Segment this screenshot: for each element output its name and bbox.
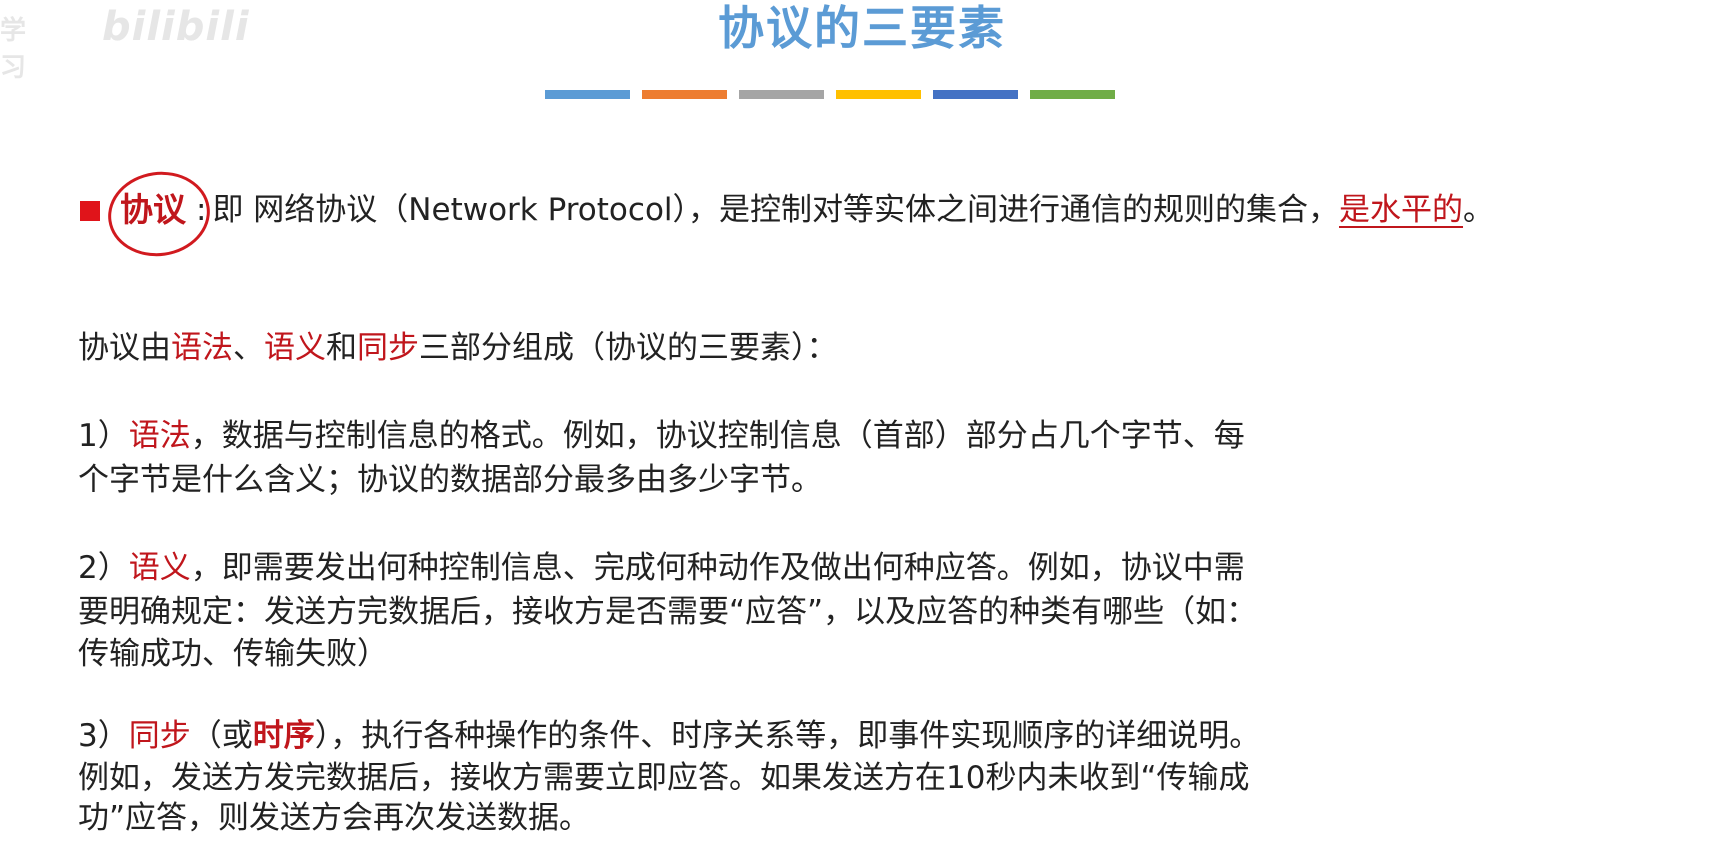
item3-keyword-timing: 时序 bbox=[252, 718, 315, 754]
item2-keyword: 语义 bbox=[128, 550, 191, 586]
item2-number: 2） bbox=[78, 550, 129, 586]
item1-keyword: 语法 bbox=[128, 418, 191, 454]
divider-segment bbox=[739, 90, 824, 99]
divider-segment bbox=[642, 90, 727, 99]
divider-segment bbox=[545, 90, 630, 99]
definition-line: :即 网络协议（Network Protocol），是控制对等实体之间进行通信的… bbox=[196, 188, 1494, 232]
item1-line2: 个字节是什么含义；协议的数据部分最多由多少字节。 bbox=[78, 462, 822, 498]
definition-end: 。 bbox=[1463, 192, 1495, 228]
title-divider bbox=[545, 90, 1115, 99]
definition-body: 即 网络协议（Network Protocol），是控制对等实体之间进行通信的规… bbox=[212, 192, 1340, 228]
item3-keyword: 同步 bbox=[128, 718, 191, 754]
intro-text: 协议由 bbox=[78, 330, 171, 366]
item3-text: ），执行各种操作的条件、时序关系等，即事件实现顺序的详细说明。 bbox=[314, 718, 1261, 754]
definition-emphasis: 是水平的 bbox=[1339, 192, 1464, 228]
page-title: 协议的三要素 bbox=[718, 1, 1006, 55]
bullet-square-icon bbox=[80, 201, 100, 221]
intro-text: 三部分组成（协议的三要素）： bbox=[419, 330, 838, 366]
item3-number: 3） bbox=[78, 718, 129, 754]
item2-line2: 要明确规定：发送方完数据后，接收方是否需要“应答”，以及应答的种类有哪些（如： bbox=[78, 594, 1258, 630]
intro-keyword-syntax: 语法 bbox=[171, 330, 233, 366]
intro-line: 协议由语法、语义和同步三部分组成（协议的三要素）： bbox=[78, 326, 838, 370]
divider-segment bbox=[836, 90, 921, 99]
item1-line1: 1）语法，数据与控制信息的格式。例如，协议控制信息（首部）部分占几个字节、每 bbox=[78, 414, 1245, 458]
intro-text: 和 bbox=[326, 330, 357, 366]
definition-colon: : bbox=[196, 192, 207, 228]
intro-text: 、 bbox=[233, 330, 264, 366]
item3-line3: 功”应答，则发送方会再次发送数据。 bbox=[78, 800, 591, 836]
intro-keyword-sync: 同步 bbox=[357, 330, 419, 366]
divider-segment bbox=[933, 90, 1018, 99]
item1-text: ，数据与控制信息的格式。例如，协议控制信息（首部）部分占几个字节、每 bbox=[190, 418, 1245, 454]
divider-segment bbox=[1030, 90, 1115, 99]
definition-keyword: 协议 bbox=[120, 190, 186, 229]
item1-number: 1） bbox=[78, 418, 129, 454]
item3-line1: 3）同步（或时序），执行各种操作的条件、时序关系等，即事件实现顺序的详细说明。 bbox=[78, 714, 1260, 758]
item3-text: （或 bbox=[190, 718, 253, 754]
intro-keyword-semantics: 语义 bbox=[264, 330, 326, 366]
item3-line2: 例如，发送方发完数据后，接收方需要立即应答。如果发送方在10秒内未收到“传输成 bbox=[78, 760, 1250, 796]
item2-line3: 传输成功、传输失败） bbox=[78, 636, 388, 672]
item2-line1: 2）语义，即需要发出何种控制信息、完成何种动作及做出何种应答。例如，协议中需 bbox=[78, 546, 1245, 590]
item2-text: ，即需要发出何种控制信息、完成何种动作及做出何种应答。例如，协议中需 bbox=[190, 550, 1245, 586]
